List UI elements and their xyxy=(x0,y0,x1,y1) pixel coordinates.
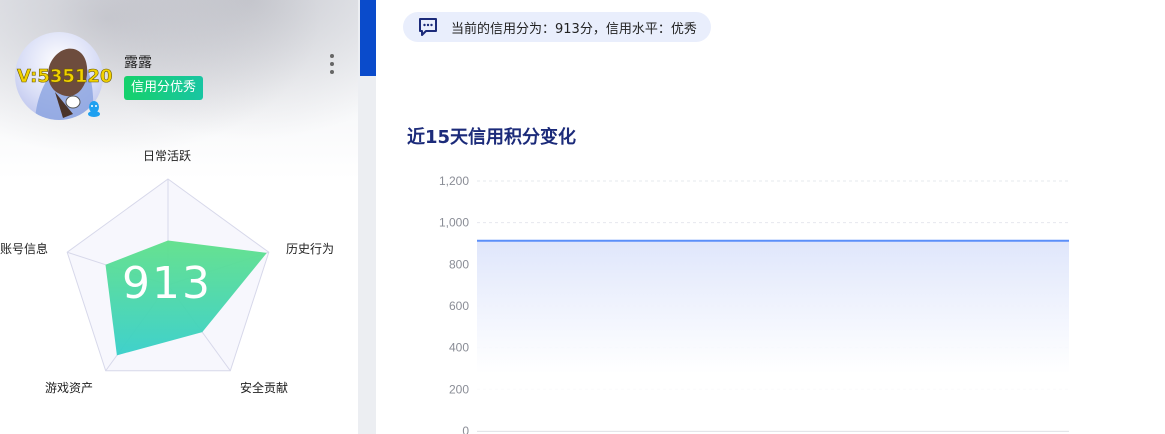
y-tick-label: 200 xyxy=(449,382,469,396)
qq-icon xyxy=(88,101,100,117)
y-tick-label: 1,000 xyxy=(439,216,469,230)
profile-card: V:535120 露露 信用分优秀 913 日常活跃 历史行为 安全贡献 游戏资… xyxy=(0,0,358,434)
radar-label-security-contribution: 安全贡献 xyxy=(240,381,289,395)
radar-label-account-info: 账号信息 xyxy=(0,242,49,256)
y-tick-label: 0 xyxy=(462,424,469,434)
credit-trend-chart: 1,200 1,000 800 600 400 200 0 xyxy=(439,174,1070,434)
more-options-icon[interactable] xyxy=(327,54,337,74)
user-name: 露露 xyxy=(124,55,152,71)
y-tick-label: 1,200 xyxy=(439,174,469,188)
chart-area-fill xyxy=(477,240,1069,431)
vip-level-text: V:535120 xyxy=(17,66,113,88)
credit-panel: 当前的信用分为：913分，信用水平：优秀 近15天信用积分变化 1,200 1,0… xyxy=(376,0,1165,434)
radar-label-game-assets: 游戏资产 xyxy=(45,381,94,395)
credit-level-badge: 信用分优秀 xyxy=(124,76,204,100)
radar-label-history-behavior: 历史行为 xyxy=(286,242,335,256)
radar-label-daily-activity: 日常活跃 xyxy=(143,149,192,163)
y-tick-label: 400 xyxy=(449,341,469,355)
y-tick-label: 600 xyxy=(449,299,469,313)
y-tick-label: 800 xyxy=(449,257,469,271)
active-tab-indicator xyxy=(360,0,376,76)
credit-score-value: 913 xyxy=(122,258,212,309)
